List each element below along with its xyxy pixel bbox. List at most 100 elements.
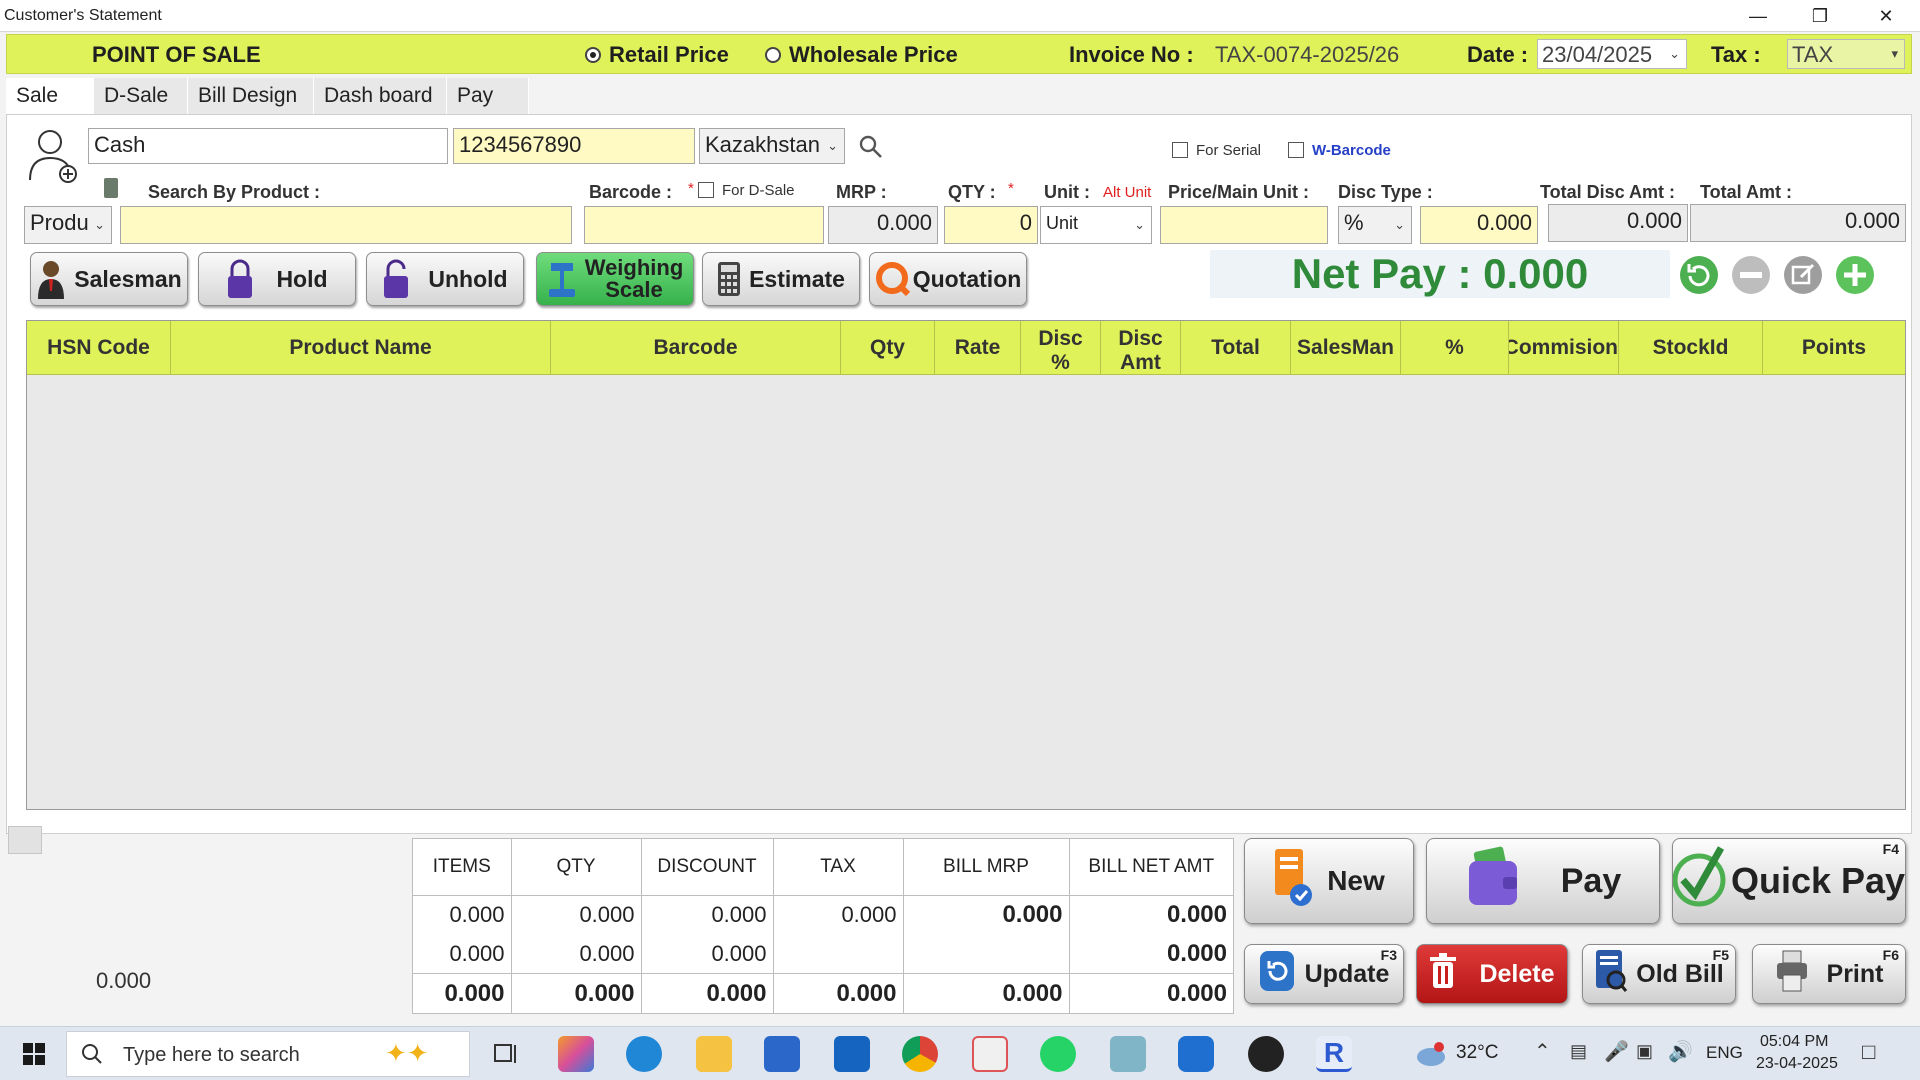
refresh-icon[interactable] [1678,254,1720,301]
chevron-down-icon: ⌄ [1669,46,1680,61]
tray-app-icon[interactable]: ▤ [1570,1041,1587,1062]
search-mode-select[interactable]: Produ ⌄ [24,206,112,244]
barcode-input[interactable] [584,206,824,244]
column-header[interactable]: Barcode [551,321,841,375]
customer-phone-input[interactable]: 1234567890 [453,128,695,164]
mrp-input[interactable]: 0.000 [828,206,938,244]
clock-time[interactable]: 05:04 PM [1760,1033,1828,1051]
calculator-icon[interactable] [104,178,118,198]
column-header[interactable]: Qty [841,321,935,375]
invoice-label: Invoice No : [1069,42,1194,67]
disc-type-select[interactable]: % ⌄ [1338,206,1412,244]
task-view-icon[interactable] [488,1036,524,1072]
column-header[interactable]: Points [1763,321,1905,375]
column-header[interactable]: % [1401,321,1509,375]
delete-button[interactable]: Delete [1416,944,1568,1004]
disc-value-input[interactable]: 0.000 [1420,206,1538,244]
checkmark-icon [1672,842,1727,921]
update-button[interactable]: F3 Update [1244,944,1404,1004]
date-picker[interactable]: 23/04/2025 ⌄ [1537,39,1687,69]
store-icon[interactable] [764,1036,800,1072]
volume-icon[interactable]: 🔊 [1668,1039,1693,1064]
teamviewer-icon[interactable] [1178,1036,1214,1072]
tab-sale[interactable]: Sale [6,78,94,114]
column-header[interactable]: Product Name [171,321,551,375]
summary-total-cell: 0.000 [773,973,904,1013]
price-main-unit-input[interactable] [1160,206,1328,244]
qty-required-mark: * [1008,180,1014,197]
total-disc-amt-field: 0.000 [1548,204,1688,242]
chevron-up-icon[interactable]: ⌃ [1534,1039,1551,1064]
add-icon[interactable] [1834,254,1876,301]
customer-name-input[interactable]: Cash [88,128,448,164]
windows-start-icon[interactable] [16,1036,52,1072]
product-search-input[interactable] [120,206,572,244]
file-explorer-icon[interactable] [696,1036,732,1072]
items-grid[interactable]: HSN Code Product Name Barcode Qty Rate D… [26,320,1906,810]
temperature: 32°C [1456,1042,1499,1063]
chevron-down-icon: ▾ [1891,46,1898,61]
search-icon[interactable] [858,134,884,165]
restore-button[interactable]: ❐ [1792,0,1848,32]
quotation-button[interactable]: Quotation [869,252,1027,306]
taskbar-search-box[interactable]: Type here to search ✦✦ [66,1031,470,1077]
snipping-tool-icon[interactable] [972,1036,1008,1072]
column-header[interactable]: SalesMan [1291,321,1401,375]
old-bill-button[interactable]: F5 Old Bill [1582,944,1736,1004]
clock-date[interactable]: 23-04-2025 [1756,1055,1838,1073]
minimize-button[interactable]: — [1730,0,1786,32]
hold-button[interactable]: Hold [198,252,356,306]
microphone-icon[interactable]: 🎤 [1604,1039,1629,1064]
tab-pay[interactable]: Pay [447,78,529,114]
w-barcode-checkbox[interactable]: W-Barcode [1288,142,1391,159]
tab-d-sale[interactable]: D-Sale [94,78,188,114]
column-header[interactable]: Disc Amt [1101,321,1181,375]
sparkle-icon: ✦✦ [385,1038,429,1068]
new-button[interactable]: New [1244,838,1414,924]
quick-pay-button[interactable]: F4 Quick Pay [1672,838,1906,924]
tab-dashboard[interactable]: Dash board [314,78,447,114]
outlook-icon[interactable] [834,1036,870,1072]
column-header[interactable]: Commision [1509,321,1619,375]
tax-label: Tax : [1711,42,1761,67]
remove-icon[interactable] [1730,254,1772,301]
pay-button[interactable]: Pay [1426,838,1660,924]
copilot-icon[interactable] [558,1036,594,1072]
wholesale-price-radio[interactable]: Wholesale Price [765,42,958,68]
app-icon[interactable] [1110,1036,1146,1072]
edge-icon[interactable] [626,1036,662,1072]
tax-select[interactable]: TAX ▾ [1787,39,1905,69]
qty-input[interactable]: 0 [944,206,1038,244]
column-header[interactable]: HSN Code [27,321,171,375]
app-icon[interactable] [1248,1036,1284,1072]
column-header[interactable]: StockId [1619,321,1763,375]
close-button[interactable]: ✕ [1858,0,1914,32]
for-serial-checkbox[interactable]: For Serial [1172,142,1261,159]
print-button[interactable]: F6 Print [1752,944,1906,1004]
unhold-button[interactable]: Unhold [366,252,524,306]
total-amt-field: 0.000 [1690,204,1906,242]
network-icon[interactable]: ▣ [1636,1041,1653,1062]
mrp-label: MRP : [836,182,887,202]
retail-price-radio[interactable]: Retail Price [585,42,729,68]
edit-icon[interactable] [1782,254,1824,301]
country-select[interactable]: Kazakhstan ⌄ [699,128,845,164]
for-dsale-checkbox[interactable]: For D-Sale [698,182,795,199]
notifications-icon[interactable]: □ [1862,1039,1875,1065]
column-header[interactable]: Disc % [1021,321,1101,375]
add-customer-icon[interactable] [26,128,78,186]
column-header[interactable]: Rate [935,321,1021,375]
estimate-button[interactable]: Estimate [702,252,860,306]
salesman-button[interactable]: Salesman [30,252,188,306]
unit-select[interactable]: Unit ⌄ [1040,206,1152,244]
chrome-icon[interactable] [902,1036,938,1072]
language-indicator[interactable]: ENG [1706,1043,1743,1063]
summary-header: ITEMS [413,839,512,896]
column-header[interactable]: Total [1181,321,1291,375]
weighing-scale-button[interactable]: Weighing Scale [536,252,694,306]
old-bill-icon [1594,948,1628,1001]
alt-unit-link[interactable]: Alt Unit [1103,184,1151,201]
tab-bill-design[interactable]: Bill Design [188,78,314,114]
pos-app-icon[interactable]: R [1316,1036,1352,1072]
whatsapp-icon[interactable] [1040,1036,1076,1072]
